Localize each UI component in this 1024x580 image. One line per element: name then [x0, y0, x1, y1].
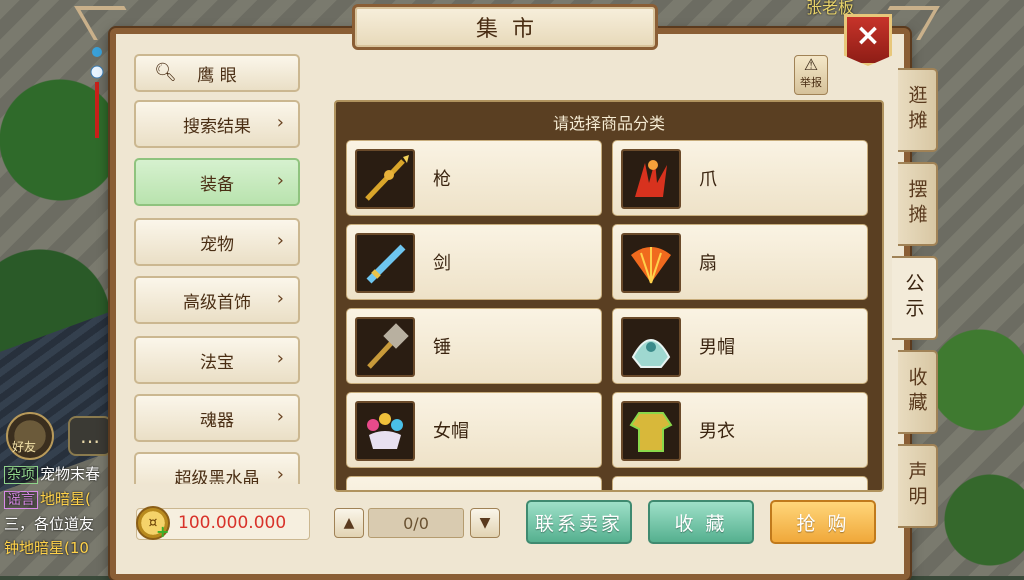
- chevron-down-icon: ▼: [479, 515, 491, 531]
- claw-icon: [621, 149, 681, 209]
- add-money-icon[interactable]: +: [156, 522, 169, 541]
- category-label: 爪: [699, 169, 717, 190]
- chevron-right-icon: ›: [276, 464, 284, 484]
- chat-tag-misc: 杂项: [4, 466, 38, 484]
- nav-item-label: 高级首饰: [183, 292, 251, 313]
- nav-item-search-results[interactable]: 搜索结果 ›: [134, 100, 300, 148]
- category-label: 男衣: [699, 421, 735, 442]
- chat-tag-rumor: 谣言: [4, 491, 38, 509]
- nav-item-label: 超级黑水晶: [174, 468, 260, 485]
- nav-item-label: 宠物: [200, 234, 234, 255]
- category-item-hammer[interactable]: 锤: [346, 308, 602, 384]
- chat-line: 谣言 地暗星(: [4, 487, 100, 512]
- warning-icon: ⚠: [803, 55, 819, 74]
- close-x-icon: ×: [855, 18, 881, 53]
- tab-browse-stalls[interactable]: 逛摊: [898, 68, 938, 152]
- chevron-right-icon: ›: [276, 348, 284, 369]
- chevron-right-icon: ›: [276, 112, 284, 133]
- nav-item-label: 法宝: [200, 352, 234, 373]
- category-label: 女帽: [433, 421, 469, 442]
- favorite-button[interactable]: 收 藏: [648, 500, 754, 544]
- category-item-partial[interactable]: [346, 476, 602, 490]
- category-item-claw[interactable]: 爪: [612, 140, 868, 216]
- spear-icon: [355, 149, 415, 209]
- nav-item-label: 魂器: [200, 410, 234, 431]
- nav-item-black-crystal[interactable]: 超级黑水晶 ›: [134, 452, 300, 484]
- nav-item-soul-gear[interactable]: 魂器 ›: [134, 394, 300, 442]
- tab-favorites[interactable]: 收藏: [898, 350, 938, 434]
- window-title-plaque: 集市: [352, 4, 658, 50]
- category-item-male-hat[interactable]: 男帽: [612, 308, 868, 384]
- chat-line: 钟地暗星(10: [4, 536, 100, 560]
- eagle-eye-search-button[interactable]: 🔍︎ 鹰 眼: [134, 54, 300, 92]
- contact-seller-button[interactable]: 联系卖家: [526, 500, 632, 544]
- hanging-ornament-icon: [90, 47, 104, 138]
- chevron-right-icon: ›: [276, 288, 284, 309]
- buy-button[interactable]: 抢 购: [770, 500, 876, 544]
- chat-line: 杂项 宠物末春: [4, 462, 100, 487]
- search-icon: 🔍︎: [154, 62, 177, 83]
- tab-label: 公示: [902, 273, 925, 323]
- category-nav: 🔍︎ 鹰 眼 搜索结果 › 装备 › 宠物 › 高级首饰 › 法宝 › 魂器 › 超级黑水晶…: [134, 54, 302, 484]
- nav-item-treasure[interactable]: 法宝 ›: [134, 336, 300, 384]
- category-label: 剑: [433, 253, 451, 274]
- panel-title: 请选择商品分类: [552, 114, 665, 133]
- close-button[interactable]: ×: [844, 14, 892, 66]
- button-label: 收 藏: [674, 512, 728, 535]
- chat-log[interactable]: 杂项 宠物末春 谣言 地暗星( 三，各位道友 钟地暗星(10: [4, 462, 100, 560]
- report-button[interactable]: ⚠ 举报: [794, 55, 828, 95]
- category-panel: 请选择商品分类 枪 爪 剑 扇 锤 男帽 女帽 男衣: [334, 100, 884, 492]
- chat-text: 宠物末春: [40, 465, 101, 483]
- tab-set-up-stall[interactable]: 摆摊: [898, 162, 938, 246]
- money-amount: 100.000.000: [178, 513, 287, 533]
- chevron-right-icon: ›: [276, 230, 284, 251]
- page-down-button[interactable]: ▼: [470, 508, 500, 538]
- tab-label: 摆摊: [905, 179, 928, 229]
- friend-label: 好友: [12, 440, 37, 454]
- nav-item-pets[interactable]: 宠物 ›: [134, 218, 300, 266]
- category-item-fan[interactable]: 扇: [612, 224, 868, 300]
- nav-item-jewelry[interactable]: 高级首饰 ›: [134, 276, 300, 324]
- male-hat-icon: [621, 317, 681, 377]
- tab-label: 逛摊: [905, 85, 928, 135]
- category-label: 男帽: [699, 337, 735, 358]
- tab-public-notice[interactable]: 公示: [892, 256, 938, 340]
- chevron-up-icon: ▲: [343, 515, 355, 531]
- window-title: 集市: [475, 17, 548, 42]
- chevron-right-icon: ›: [276, 170, 284, 191]
- tab-label: 声明: [905, 461, 928, 511]
- category-label: 锤: [433, 337, 451, 358]
- category-label: 扇: [699, 253, 717, 274]
- hammer-icon: [355, 317, 415, 377]
- tab-statement[interactable]: 声明: [898, 444, 938, 528]
- chat-text: 三，各位道友: [4, 515, 95, 533]
- nav-item-equipment[interactable]: 装备 ›: [134, 158, 300, 206]
- button-label: 抢 购: [796, 512, 850, 535]
- category-item-sword[interactable]: 剑: [346, 224, 602, 300]
- category-item-female-hat[interactable]: 女帽: [346, 392, 602, 468]
- tab-label: 收藏: [905, 367, 928, 417]
- speech-bubble-icon[interactable]: …: [68, 416, 112, 456]
- category-item-male-armor[interactable]: 男衣: [612, 392, 868, 468]
- fan-icon: [621, 233, 681, 293]
- category-item-spear[interactable]: 枪: [346, 140, 602, 216]
- male-armor-icon: [621, 401, 681, 461]
- report-label: 举报: [800, 76, 822, 89]
- sword-icon: [355, 233, 415, 293]
- chat-text: 地暗星(: [40, 490, 91, 508]
- nav-item-label: 装备: [200, 174, 234, 195]
- search-label: 鹰 眼: [197, 65, 237, 86]
- category-item-partial[interactable]: [612, 476, 868, 490]
- category-label: 枪: [433, 169, 451, 190]
- page-up-button[interactable]: ▲: [334, 508, 364, 538]
- page-indicator: 0/0: [368, 508, 464, 538]
- button-label: 联系卖家: [534, 512, 623, 535]
- chat-text: 钟地暗星(10: [4, 539, 89, 557]
- nav-item-label: 搜索结果: [183, 116, 251, 137]
- chevron-right-icon: ›: [276, 406, 284, 427]
- female-hat-icon: [355, 401, 415, 461]
- chat-line: 三，各位道友: [4, 512, 100, 536]
